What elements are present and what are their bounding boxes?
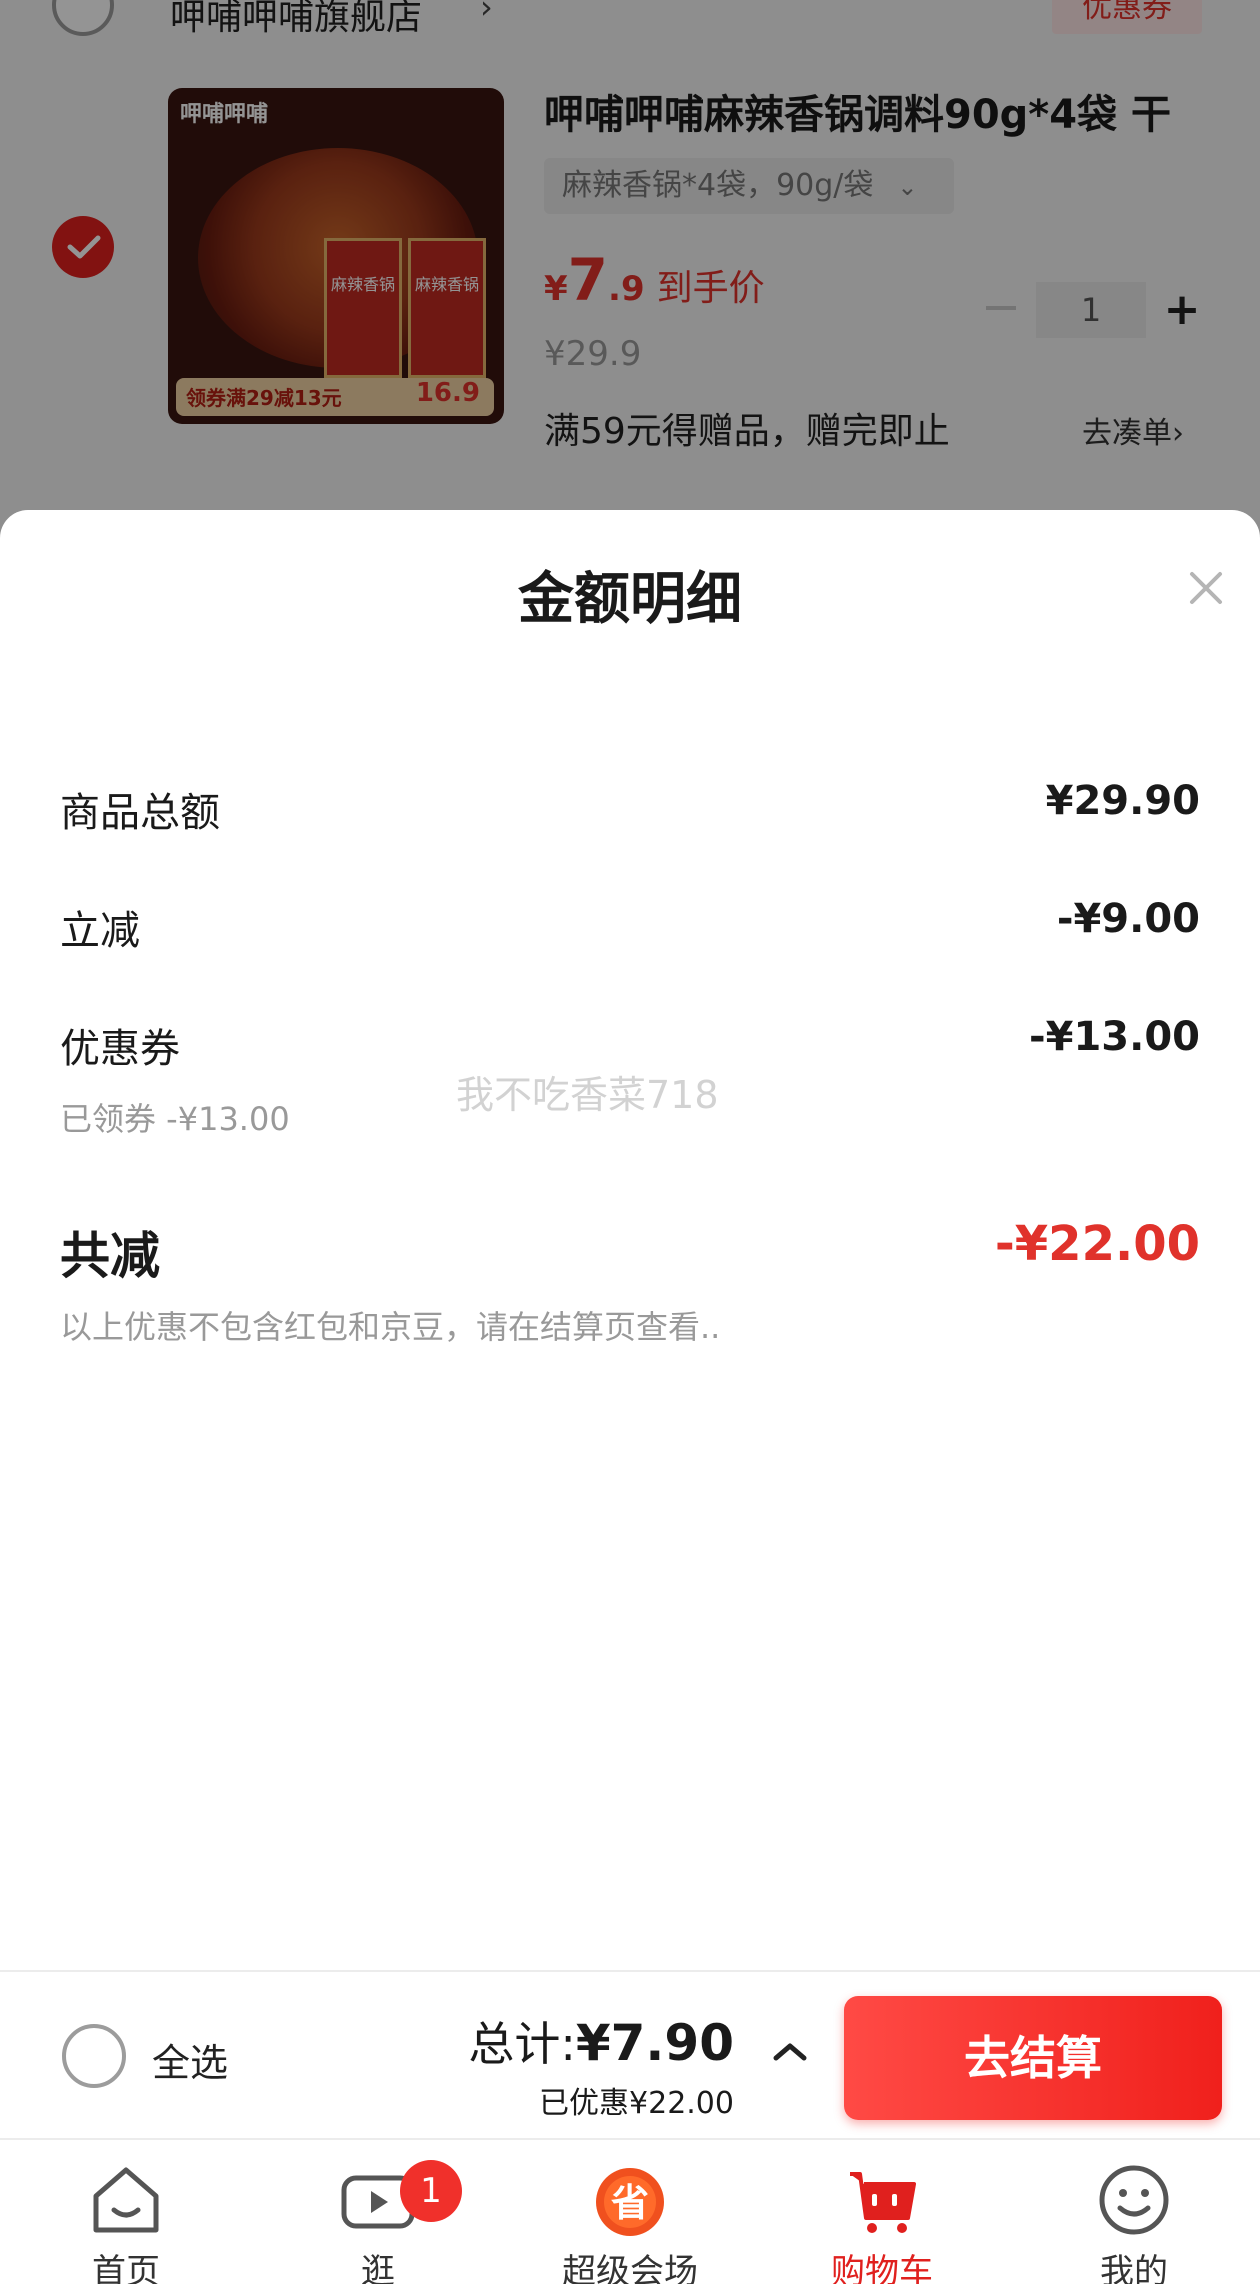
tab-label: 首页 <box>92 2252 160 2284</box>
notification-badge: 1 <box>400 2160 462 2222</box>
close-icon <box>1190 572 1222 604</box>
super-venue-icon: 省 <box>596 2168 664 2236</box>
subtotal-label: 商品总额 <box>60 790 220 836</box>
saved-amount: 已优惠¥22.00 <box>539 2086 734 2121</box>
tab-profile[interactable]: 我的 <box>1008 2140 1260 2284</box>
close-button[interactable] <box>1180 562 1232 614</box>
sheet-title: 金额明细 <box>518 567 742 632</box>
chevron-up-icon[interactable] <box>768 2036 812 2066</box>
total-discount-label: 共减 <box>60 1227 160 1285</box>
smiley-face-icon <box>1099 2165 1169 2235</box>
tab-browse[interactable]: 1 逛 <box>252 2140 504 2284</box>
discount-note: 以上优惠不包含红包和京豆，请在结算页查看.. <box>60 1308 721 1346</box>
home-icon <box>93 2167 159 2233</box>
instant-discount-value: -¥9.00 <box>1056 896 1200 942</box>
total-discount-value: -¥22.00 <box>994 1216 1200 1272</box>
tab-label: 购物车 <box>831 2252 933 2284</box>
coupon-value: -¥13.00 <box>1029 1014 1200 1060</box>
total-label: 总计: <box>468 2017 576 2071</box>
amount-detail-sheet: 金额明细 商品总额 ¥29.90 立减 -¥9.00 优惠券 -¥13.00 已… <box>0 510 1260 1970</box>
tab-label: 我的 <box>1100 2252 1168 2284</box>
coupon-label: 优惠券 <box>60 1026 180 1072</box>
cart-icon <box>850 2172 916 2233</box>
claimed-coupon-text: 已领券 -¥13.00 <box>60 1100 290 1138</box>
tab-super-venue[interactable]: 省 超级会场 <box>504 2140 756 2284</box>
checkout-button[interactable]: 去结算 <box>844 1996 1222 2120</box>
instant-discount-label: 立减 <box>60 908 140 954</box>
tab-label: 超级会场 <box>562 2252 698 2284</box>
total-price: 总计:¥7.90 <box>468 2008 734 2074</box>
svg-text:省: 省 <box>611 2181 649 2225</box>
dim-overlay[interactable] <box>0 0 1260 540</box>
subtotal-value: ¥29.90 <box>1045 778 1200 824</box>
tab-label: 逛 <box>361 2252 395 2284</box>
bottom-tab-bar: 首页 1 逛 省 超级会场 购物车 我的 <box>0 2138 1260 2284</box>
tab-cart[interactable]: 购物车 <box>756 2140 1008 2284</box>
select-all-label[interactable]: 全选 <box>152 2032 228 2087</box>
select-all-radio[interactable] <box>62 2024 126 2088</box>
tab-home[interactable]: 首页 <box>0 2140 252 2284</box>
total-amount: ¥7.90 <box>575 2014 734 2072</box>
checkout-bar: 全选 总计:¥7.90 已优惠¥22.00 去结算 <box>0 1970 1260 2138</box>
watermark-text: 我不吃香菜718 <box>456 1073 719 1117</box>
